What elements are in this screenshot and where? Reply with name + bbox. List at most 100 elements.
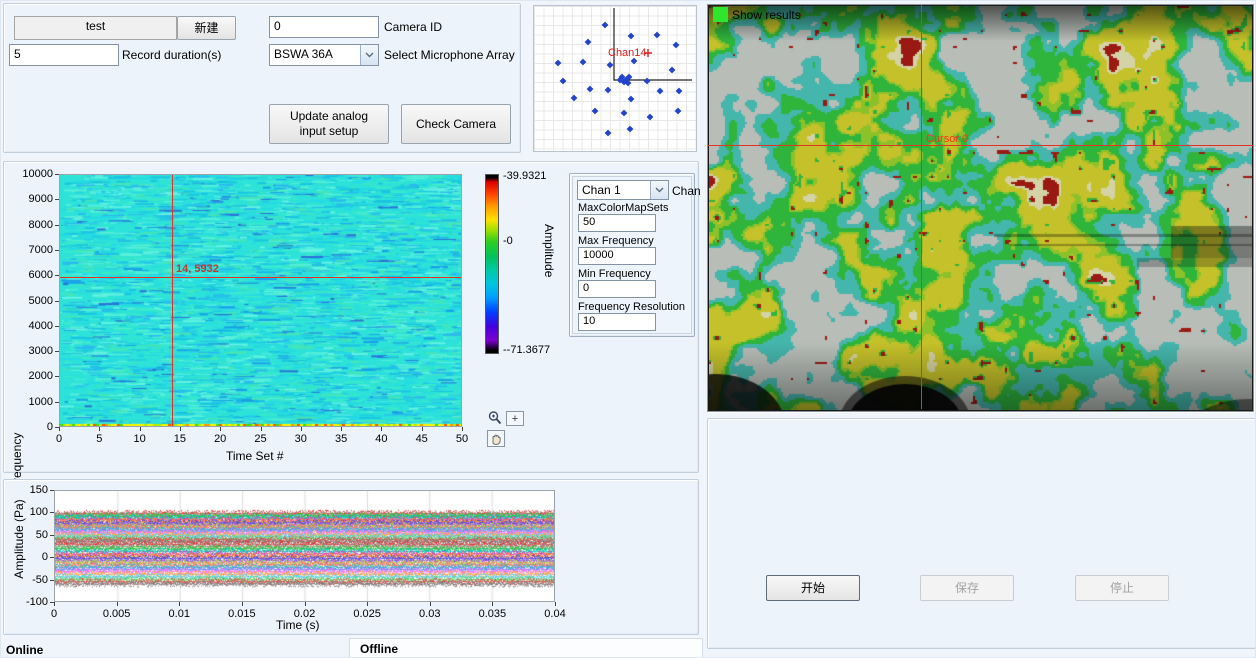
start-button[interactable]: 开始	[766, 575, 860, 601]
waveform-plot[interactable]	[54, 490, 555, 602]
record-duration-input[interactable]: 5	[9, 44, 119, 66]
mic-dot	[585, 39, 592, 46]
colorbar-mid-label: -0	[503, 235, 513, 247]
mic-dot	[605, 130, 612, 137]
mic-dot	[605, 87, 612, 94]
amplitude-colorbar	[485, 174, 499, 354]
waveform-panel: Amplitude (Pa) 150100500-50-10000.0050.0…	[3, 479, 699, 635]
check-camera-button[interactable]: Check Camera	[401, 104, 511, 144]
tab-offline-label: Offline	[360, 642, 398, 656]
axis-tick-label: -50	[8, 574, 48, 586]
axis-tick-label: 0.035	[472, 608, 512, 620]
axis-tick-label: 7000	[13, 244, 53, 256]
chan-dropdown-value: Chan 1	[578, 181, 650, 199]
mic-dot	[675, 108, 682, 115]
frequency-resolution-input[interactable]: 10	[578, 313, 656, 331]
chevron-down-icon[interactable]	[650, 181, 668, 199]
camera-id-label: Camera ID	[384, 20, 442, 34]
colorbar-axis-label: Amplitude	[542, 224, 556, 277]
spectrogram-cursor-vline[interactable]	[172, 175, 173, 426]
camera-cursor-label: Cursor 0	[926, 133, 968, 145]
axis-tick-label: 10000	[13, 168, 53, 180]
camera-cursor-vline[interactable]	[921, 5, 922, 409]
axis-tick	[430, 602, 431, 606]
mic-dot	[607, 62, 614, 69]
axis-tick-label: 0	[39, 433, 79, 445]
mic-dot	[657, 88, 664, 95]
axis-tick	[341, 427, 342, 431]
waveform-xlabel: Time (s)	[276, 618, 320, 632]
axis-tick-label: 10	[120, 433, 160, 445]
axis-tick	[50, 557, 54, 558]
min-frequency-input[interactable]: 0	[578, 280, 656, 298]
axis-tick-label: 15	[160, 433, 200, 445]
axis-tick	[50, 490, 54, 491]
axis-tick-label: 0.005	[97, 608, 137, 620]
acoustic-camera-app: test 新建 5 Record duration(s) 0 Camera ID…	[0, 0, 1256, 658]
chan-dropdown[interactable]: Chan 1	[577, 180, 669, 200]
spectrogram-cursor-hline[interactable]	[60, 277, 461, 278]
update-analog-input-button[interactable]: Update analog input setup	[269, 104, 389, 144]
axis-tick-label: 5000	[13, 295, 53, 307]
mic-array-value: BSWA 36A	[270, 45, 360, 65]
axis-tick-label: 8000	[13, 219, 53, 231]
mic-dot	[587, 86, 594, 93]
waveform-traces[interactable]	[55, 491, 554, 601]
colorbar-max-label: -39.9321	[503, 170, 546, 182]
axis-tick-label: 0	[34, 608, 74, 620]
axis-tick	[179, 602, 180, 606]
show-results-checkbox[interactable]	[713, 7, 728, 22]
spectrogram-image[interactable]	[60, 175, 461, 426]
axis-tick-label: 50	[442, 433, 482, 445]
show-results-label: Show results	[732, 8, 801, 22]
mic-array-plot[interactable]: Chan14	[533, 5, 697, 152]
tab-online[interactable]: Online	[6, 643, 43, 657]
axis-tick	[55, 250, 59, 251]
mic-dot	[676, 88, 683, 95]
mic-dot	[560, 78, 567, 85]
chevron-down-icon[interactable]	[360, 45, 378, 65]
axis-tick-label: 45	[402, 433, 442, 445]
max-colormap-label: MaxColorMapSets	[578, 202, 668, 214]
mic-dot	[627, 126, 634, 133]
max-frequency-label: Max Frequency	[578, 235, 654, 247]
camera-id-input[interactable]: 0	[269, 16, 379, 38]
axis-tick	[55, 275, 59, 276]
stop-button[interactable]: 停止	[1075, 575, 1169, 601]
axis-tick-label: 1000	[13, 396, 53, 408]
mic-array-dropdown[interactable]: BSWA 36A	[269, 44, 379, 66]
mic-array-points	[534, 6, 694, 149]
pan-hand-tool-icon[interactable]	[487, 430, 505, 447]
camera-cursor-hline[interactable]	[708, 145, 1253, 146]
axis-tick	[99, 427, 100, 431]
axis-tick-label: 0	[8, 551, 48, 563]
acoustic-map-image[interactable]	[709, 6, 1252, 410]
test-name-field[interactable]: test	[14, 16, 177, 40]
camera-view[interactable]: Cursor 0 Show results	[707, 4, 1254, 412]
new-button[interactable]: 新建	[177, 16, 236, 40]
axis-tick-label: 35	[321, 433, 361, 445]
mic-dot	[580, 59, 587, 66]
axis-tick-label: 0.015	[222, 608, 262, 620]
chan-label: Chan	[672, 184, 701, 198]
axis-tick	[54, 602, 55, 606]
tab-offline[interactable]: Offline	[349, 638, 703, 658]
max-colormap-input[interactable]: 50	[578, 214, 656, 232]
axis-tick-label: 2000	[13, 370, 53, 382]
max-frequency-input[interactable]: 10000	[578, 247, 656, 265]
axis-tick	[55, 351, 59, 352]
axis-tick	[367, 602, 368, 606]
axis-tick	[305, 602, 306, 606]
axis-tick-label: 0	[13, 421, 53, 433]
save-button[interactable]: 保存	[920, 575, 1014, 601]
axis-tick-label: -100	[8, 596, 48, 608]
record-duration-label: Record duration(s)	[122, 48, 221, 62]
mic-dot	[669, 67, 676, 74]
zoom-tool-icon[interactable]	[487, 410, 504, 427]
axis-tick	[55, 402, 59, 403]
axis-tick-label: 150	[8, 484, 48, 496]
axis-tick-label: 40	[361, 433, 401, 445]
crosshair-tool-icon[interactable]: +	[506, 411, 524, 426]
spectrogram-plot[interactable]: 14, 5932	[59, 174, 462, 427]
axis-tick	[55, 174, 59, 175]
